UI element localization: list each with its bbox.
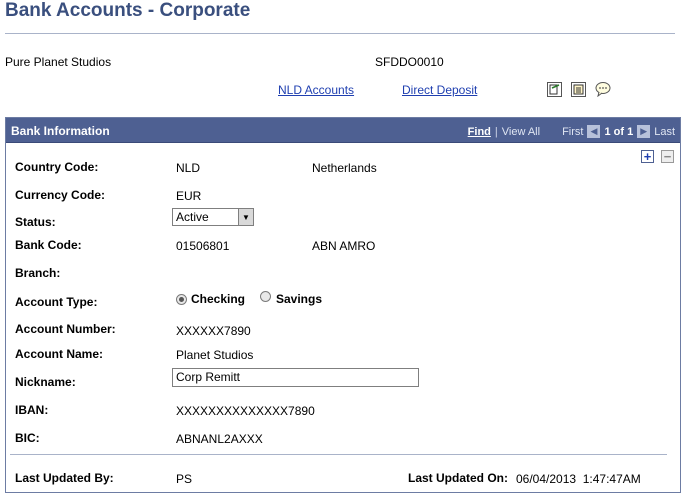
savings-label[interactable]: Savings [276, 292, 322, 306]
status-select[interactable]: Active ▼ [172, 208, 254, 226]
account-name-value: Planet Studios [176, 348, 254, 362]
company-name: Pure Planet Studios [5, 55, 112, 69]
add-row-button[interactable]: + [641, 150, 654, 163]
currency-code-value: EUR [176, 189, 202, 203]
panel-navigation: Find | View All First ◀ 1 of 1 ▶ Last [468, 125, 675, 138]
iban-label: IBAN: [15, 403, 49, 417]
last-updated-on-label: Last Updated On: [408, 471, 509, 485]
checking-radio[interactable] [176, 291, 187, 305]
view-all-link[interactable]: View All [502, 126, 540, 138]
last-updated-by-value: PS [176, 472, 193, 486]
bic-value: ABNANL2AXXX [176, 432, 263, 446]
status-label: Status: [15, 215, 56, 229]
nickname-input[interactable]: Corp Remitt [172, 368, 419, 387]
iban-value: XXXXXXXXXXXXXX7890 [176, 404, 315, 418]
checking-label[interactable]: Checking [191, 292, 245, 306]
footer-divider [10, 454, 667, 455]
bank-code-label: Bank Code: [15, 238, 82, 252]
previous-arrow-icon[interactable]: ◀ [587, 125, 601, 138]
row-position: 1 of 1 [604, 125, 634, 138]
radio-unselected-icon[interactable] [260, 291, 271, 302]
title-divider [5, 33, 675, 34]
currency-code-label: Currency Code: [15, 188, 106, 202]
next-arrow-icon[interactable]: ▶ [637, 125, 651, 138]
bic-label: BIC: [15, 431, 40, 445]
notepad-edit-icon[interactable] [547, 82, 562, 97]
account-type-label: Account Type: [15, 295, 98, 309]
direct-deposit-link[interactable]: Direct Deposit [402, 83, 477, 97]
last-label[interactable]: Last [654, 126, 675, 138]
panel-title: Bank Information [11, 124, 110, 138]
bank-name: ABN AMRO [312, 239, 376, 253]
find-link[interactable]: Find [468, 126, 491, 138]
delete-row-button[interactable]: − [661, 150, 674, 163]
panel-header-bar: Bank Information Find | View All First ◀… [6, 118, 680, 143]
nav-separator: | [494, 125, 498, 138]
branch-label: Branch: [15, 266, 61, 280]
country-name: Netherlands [312, 161, 377, 175]
radio-selected-icon[interactable] [176, 294, 187, 305]
nld-accounts-link[interactable]: NLD Accounts [278, 83, 354, 97]
last-updated-by-label: Last Updated By: [15, 471, 114, 485]
account-number-value: XXXXXX7890 [176, 324, 251, 338]
company-id: SFDDO0010 [375, 55, 444, 69]
worksheet-icon[interactable] [571, 82, 586, 97]
account-name-label: Account Name: [15, 347, 104, 361]
nickname-label: Nickname: [15, 375, 76, 389]
bank-code-value: 01506801 [176, 239, 230, 253]
savings-radio[interactable] [260, 291, 271, 305]
comment-bubble-icon[interactable] [594, 81, 612, 98]
page-title: Bank Accounts - Corporate [5, 0, 251, 21]
first-label[interactable]: First [562, 126, 583, 138]
account-number-label: Account Number: [15, 322, 116, 336]
last-updated-on-value: 06/04/2013 1:47:47AM [516, 472, 641, 486]
country-code-value: NLD [176, 161, 201, 175]
country-code-label: Country Code: [15, 160, 99, 174]
dropdown-arrow-icon[interactable]: ▼ [238, 209, 253, 225]
status-selected-value: Active [176, 210, 209, 224]
